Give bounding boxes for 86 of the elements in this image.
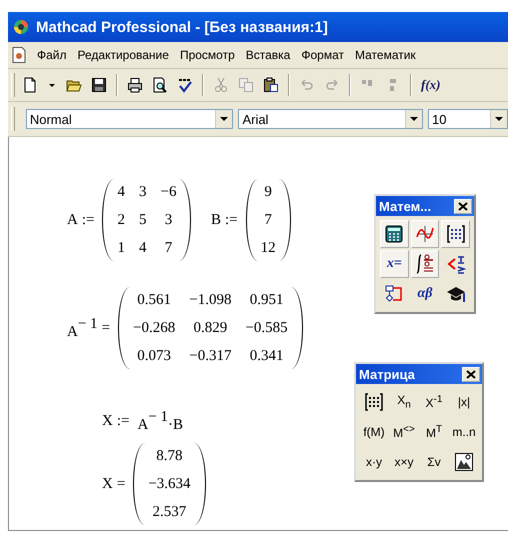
printer-icon[interactable] bbox=[127, 77, 143, 93]
function-button[interactable]: f(x) bbox=[419, 77, 442, 93]
matrix-element: 4 bbox=[138, 239, 146, 258]
matrix-element: 4 bbox=[117, 183, 125, 202]
matrix-element: 8.78 bbox=[156, 447, 183, 466]
palette-button[interactable]: Σv bbox=[420, 448, 448, 476]
matrix-element: 0.073 bbox=[137, 347, 172, 366]
matrix-element: 3 bbox=[164, 211, 172, 230]
palette-button[interactable]: αβ bbox=[410, 280, 440, 308]
new-document-icon[interactable] bbox=[22, 77, 38, 93]
menu-item[interactable]: Математик bbox=[355, 46, 416, 64]
matrix-element: 7 bbox=[164, 239, 172, 258]
matrix-element: −3.634 bbox=[148, 475, 191, 494]
palette-title: Матем... bbox=[379, 198, 432, 214]
menu-item[interactable]: Вставка bbox=[246, 46, 290, 64]
menu-item[interactable]: Файл bbox=[37, 46, 67, 64]
document-icon[interactable] bbox=[12, 47, 26, 63]
comparison-icon bbox=[446, 254, 466, 274]
matrix-element: 0.561 bbox=[137, 291, 172, 310]
palette-button[interactable]: x·y bbox=[360, 448, 388, 476]
palette-button[interactable]: |x| bbox=[450, 388, 478, 416]
operator: = bbox=[102, 320, 110, 336]
palette-button[interactable]: M$^{<>}$ bbox=[390, 418, 418, 446]
font-dropdown[interactable]: Arial bbox=[238, 109, 423, 129]
palette-title: Матрица bbox=[359, 366, 415, 382]
palette-button[interactable] bbox=[410, 220, 440, 248]
close-icon bbox=[458, 202, 468, 210]
clipboard-icon[interactable] bbox=[263, 77, 279, 93]
operator: := bbox=[225, 212, 238, 228]
matrix-element: −6 bbox=[160, 183, 176, 202]
mortarboard-icon bbox=[446, 284, 466, 304]
matrix-element: 5 bbox=[138, 211, 146, 230]
palette-button[interactable] bbox=[380, 220, 409, 248]
graph-icon bbox=[414, 224, 435, 244]
matrix-element: 0.341 bbox=[250, 347, 284, 366]
matrix-element: 12 bbox=[260, 239, 276, 258]
palette-button[interactable]: X$^{-1}$ bbox=[420, 388, 448, 416]
palette-button[interactable]: x×y bbox=[390, 448, 418, 476]
save-icon[interactable] bbox=[91, 77, 107, 93]
menu-item[interactable]: Редактирование bbox=[78, 46, 169, 64]
caret-icon bbox=[410, 117, 418, 121]
matrix-element: −0.268 bbox=[133, 319, 176, 338]
flowchart-icon bbox=[384, 284, 404, 304]
menu-item[interactable]: Просмотр bbox=[180, 46, 235, 64]
menu-item[interactable]: Формат bbox=[301, 46, 344, 64]
matrix-icon bbox=[364, 392, 384, 412]
matrix-icon bbox=[446, 224, 466, 244]
matrix-element: 3 bbox=[138, 183, 146, 202]
close-icon bbox=[466, 370, 476, 378]
matrix-element: 0.951 bbox=[250, 291, 284, 310]
operator: := bbox=[82, 212, 94, 228]
caret-icon bbox=[220, 117, 228, 121]
palette-button[interactable] bbox=[410, 250, 440, 278]
variable-name: X bbox=[102, 476, 113, 492]
matrix-element: 1 bbox=[117, 239, 125, 258]
matrix-element: −0.585 bbox=[245, 319, 288, 338]
matrix-element: −1.098 bbox=[189, 291, 232, 310]
matrix-element: −0.317 bbox=[189, 347, 232, 366]
calculus-icon bbox=[414, 254, 435, 274]
calculator-icon bbox=[384, 224, 404, 244]
variable-name: B bbox=[211, 212, 222, 228]
spell-check-icon[interactable] bbox=[177, 77, 193, 93]
font-size-dropdown[interactable]: 10 bbox=[428, 109, 508, 129]
matrix-element: 9 bbox=[264, 183, 272, 202]
image-icon bbox=[454, 452, 474, 472]
close-button[interactable] bbox=[454, 198, 472, 214]
operator: := bbox=[116, 413, 130, 430]
close-button[interactable] bbox=[462, 366, 480, 382]
operator: = bbox=[116, 476, 126, 492]
window-title: Mathcad Professional - [Без названия:1] bbox=[36, 18, 328, 36]
palette-button[interactable]: M$^{T}$ bbox=[420, 418, 448, 446]
caret-icon bbox=[495, 117, 503, 121]
variable-name: A bbox=[67, 212, 78, 228]
variable-name: X bbox=[102, 413, 113, 430]
style-dropdown[interactable]: Normal bbox=[26, 109, 234, 129]
matrix-element: 2 bbox=[117, 211, 125, 230]
matrix-element: 2.537 bbox=[152, 503, 186, 522]
palette-button[interactable]: x= bbox=[380, 250, 409, 278]
print-preview-icon[interactable] bbox=[152, 77, 168, 93]
app-icon bbox=[12, 18, 30, 36]
matrix-element: 0.829 bbox=[193, 319, 228, 338]
matrix-element: 7 bbox=[264, 211, 272, 230]
palette-button[interactable]: X$_{n}$ bbox=[390, 388, 418, 416]
palette-button[interactable]: f(M) bbox=[360, 418, 388, 446]
palette-button[interactable]: m..n bbox=[450, 418, 478, 446]
palette-button[interactable] bbox=[441, 220, 470, 248]
